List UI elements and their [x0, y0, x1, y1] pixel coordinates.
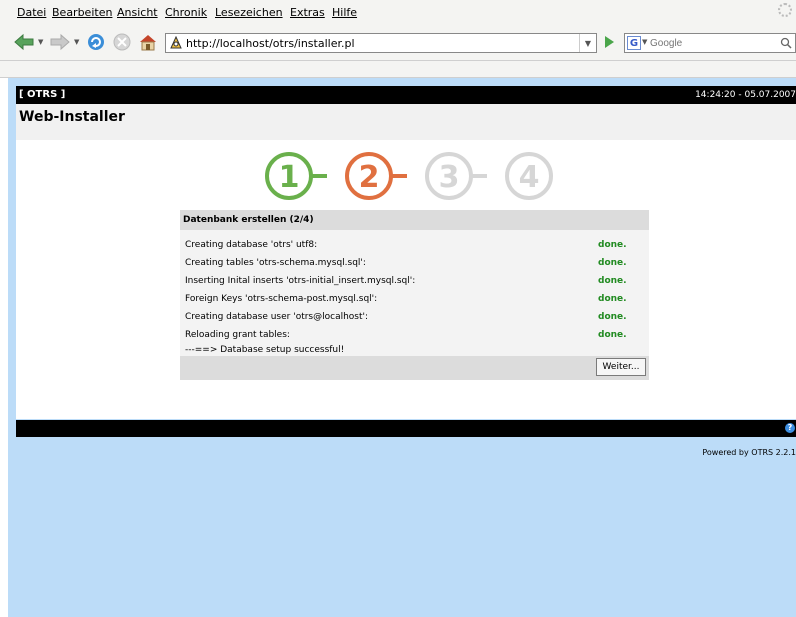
log-row-status: done. [598, 294, 627, 304]
timestamp: 14:24:20 - 05.07.2007 [695, 90, 796, 100]
forward-button[interactable] [50, 32, 70, 52]
step-number: 3 [439, 160, 460, 195]
page-title: Web-Installer [19, 109, 125, 125]
step-1: 1 [265, 152, 313, 200]
menu-extras[interactable]: Extras [290, 6, 325, 19]
url-text: http://localhost/otrs/installer.pl [186, 37, 355, 50]
log-row-status: done. [598, 312, 627, 322]
setup-result: ---==> Database setup successful! [185, 345, 345, 355]
back-button[interactable] [14, 32, 34, 52]
box-title: Datenbank erstellen (2/4) [183, 215, 314, 225]
step-number: 4 [519, 160, 540, 195]
otrs-footer: ? [16, 420, 796, 437]
powered-by: Powered by OTRS 2.2.1 [702, 448, 796, 457]
search-input[interactable] [650, 35, 770, 51]
bookmarks-toolbar [0, 61, 796, 78]
stop-button[interactable] [112, 32, 132, 52]
stop-icon [113, 33, 131, 51]
log-row-label: Creating tables 'otrs-schema.mysql.sql': [185, 258, 366, 268]
log-row-label: Foreign Keys 'otrs-schema-post.mysql.sql… [185, 294, 378, 304]
database-setup-box: Datenbank erstellen (2/4) Creating datab… [180, 210, 649, 380]
log-row-status: done. [598, 258, 627, 268]
back-arrow-icon [14, 33, 34, 51]
log-row-status: done. [598, 276, 627, 286]
weiter-button[interactable]: Weiter... [596, 358, 646, 376]
step-3: 3 [425, 152, 473, 200]
throbber-icon [778, 3, 792, 17]
step-progress: 1 2 3 4 [265, 152, 553, 200]
search-bar[interactable]: G ▼ [624, 33, 796, 53]
box-header: Datenbank erstellen (2/4) [180, 210, 649, 230]
step-number: 1 [279, 160, 300, 195]
log-row-label: Inserting Inital inserts 'otrs-initial_i… [185, 276, 416, 286]
url-dropdown-icon[interactable]: ▼ [579, 34, 596, 52]
log-row-status: done. [598, 330, 627, 340]
home-icon [140, 35, 156, 51]
log-row-status: done. [598, 240, 627, 250]
engine-dropdown-icon[interactable]: ▼ [642, 38, 647, 46]
menu-bar: Datei Bearbeiten Ansicht Chronik Lesezei… [0, 0, 796, 24]
step-2: 2 [345, 152, 393, 200]
installer-page: [ OTRS ] 14:24:20 - 05.07.2007 Web-Insta… [16, 86, 796, 457]
menu-ansicht[interactable]: Ansicht [117, 6, 158, 19]
go-icon[interactable] [602, 34, 616, 50]
menu-chronik[interactable]: Chronik [165, 6, 207, 19]
forward-history-dropdown-icon[interactable]: ▼ [74, 38, 79, 46]
reload-button[interactable] [86, 32, 106, 52]
reload-icon [88, 34, 104, 50]
otrs-header: [ OTRS ] 14:24:20 - 05.07.2007 [16, 86, 796, 104]
otrs-brand: [ OTRS ] [19, 89, 66, 100]
menu-datei[interactable]: Datei [17, 6, 46, 19]
step-number: 2 [359, 160, 380, 195]
log-row-label: Creating database 'otrs' utf8: [185, 240, 318, 250]
google-engine-icon[interactable]: G [627, 36, 641, 50]
page-content: [ OTRS ] 14:24:20 - 05.07.2007 Web-Insta… [8, 78, 796, 617]
search-icon[interactable] [780, 37, 792, 49]
site-favicon-icon [170, 36, 182, 49]
menu-bearbeiten[interactable]: Bearbeiten [52, 6, 112, 19]
forward-arrow-icon [50, 33, 70, 51]
menu-lesezeichen[interactable]: Lesezeichen [215, 6, 283, 19]
help-icon[interactable]: ? [785, 423, 795, 433]
step-4: 4 [505, 152, 553, 200]
home-button[interactable] [138, 32, 158, 52]
log-row-label: Creating database user 'otrs@localhost': [185, 312, 369, 322]
box-footer: Weiter... [180, 356, 649, 380]
log-row-label: Reloading grant tables: [185, 330, 290, 340]
back-history-dropdown-icon[interactable]: ▼ [38, 38, 43, 46]
title-bar: Web-Installer [16, 104, 796, 140]
url-bar[interactable]: http://localhost/otrs/installer.pl ▼ [165, 33, 597, 53]
menu-hilfe[interactable]: Hilfe [332, 6, 357, 19]
navigation-toolbar: ▼ ▼ http://localhost/otrs/installer.pl ▼… [0, 24, 796, 61]
